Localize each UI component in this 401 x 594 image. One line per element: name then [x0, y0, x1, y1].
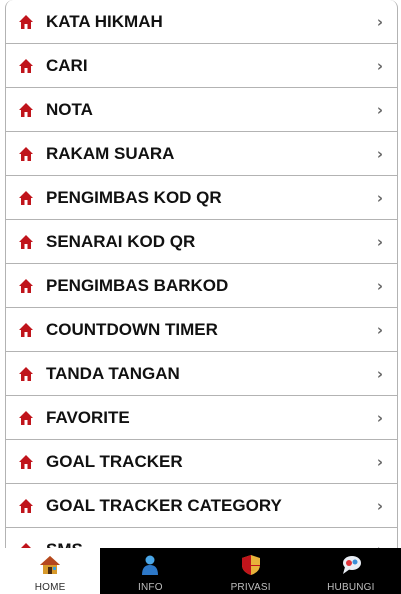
menu-item-label: PENGIMBAS BARKOD — [46, 275, 229, 295]
menu-item-label: PENGIMBAS KOD QR — [46, 187, 222, 207]
home-icon — [18, 234, 34, 250]
menu-item-countdown-timer[interactable]: COUNTDOWN TIMER › — [6, 308, 397, 352]
house-icon — [39, 554, 61, 576]
user-icon — [139, 554, 161, 576]
menu-item-tanda-tangan[interactable]: TANDA TANGAN › — [6, 352, 397, 396]
home-icon — [18, 278, 34, 294]
menu-item-label: NOTA — [46, 99, 93, 119]
home-icon — [18, 146, 34, 162]
home-icon — [18, 410, 34, 426]
menu-item-label: SENARAI KOD QR — [46, 231, 196, 251]
menu-item-label: GOAL TRACKER — [46, 451, 183, 471]
menu-item-nota[interactable]: NOTA › — [6, 88, 397, 132]
menu-item-label: RAKAM SUARA — [46, 143, 175, 163]
menu-item-pengimbas-kod-qr[interactable]: PENGIMBAS KOD QR › — [6, 176, 397, 220]
tab-label: HUBUNGI — [327, 582, 375, 593]
chevron-right-icon: › — [376, 56, 383, 75]
tab-hubungi[interactable]: HUBUNGI — [301, 548, 401, 594]
tab-label: INFO — [138, 582, 163, 593]
chevron-right-icon: › — [376, 276, 383, 295]
chevron-right-icon: › — [377, 541, 383, 549]
menu-item-label: KATA HIKMAH — [46, 11, 163, 31]
home-icon — [18, 454, 34, 470]
bottom-tab-bar: HOME INFO PRIVASI HUBUNGI — [0, 548, 401, 594]
menu-item-cari[interactable]: CARI › — [6, 44, 397, 88]
chevron-right-icon: › — [376, 144, 383, 163]
home-icon — [18, 58, 34, 74]
home-icon — [18, 498, 34, 514]
menu-item-favorite[interactable]: FAVORITE › — [6, 396, 397, 440]
menu-item-goal-tracker[interactable]: GOAL TRACKER › — [6, 440, 397, 484]
menu-item-label: CARI — [46, 55, 88, 75]
chat-bubble-icon — [340, 554, 362, 576]
home-icon — [18, 190, 34, 206]
shield-icon — [240, 554, 262, 576]
home-icon — [18, 102, 34, 118]
home-icon — [18, 14, 34, 30]
chevron-right-icon: › — [376, 12, 383, 31]
home-icon — [18, 366, 34, 382]
chevron-right-icon: › — [376, 408, 383, 427]
menu-list: KATA HIKMAH › CARI › NOTA › RAKAM SUARA … — [5, 0, 398, 548]
tab-home[interactable]: HOME — [0, 548, 101, 594]
chevron-right-icon: › — [376, 496, 383, 515]
menu-item-senarai-kod-qr[interactable]: SENARAI KOD QR › — [6, 220, 397, 264]
menu-item-pengimbas-barkod[interactable]: PENGIMBAS BARKOD › — [6, 264, 397, 308]
tab-info[interactable]: INFO — [100, 548, 200, 594]
menu-item-rakam-suara[interactable]: RAKAM SUARA › — [6, 132, 397, 176]
menu-item-label: FAVORITE — [46, 407, 130, 427]
menu-item-label: TANDA TANGAN — [46, 363, 180, 383]
menu-item-label: GOAL TRACKER CATEGORY — [46, 495, 282, 515]
home-icon — [18, 322, 34, 338]
chevron-right-icon: › — [376, 364, 383, 383]
tab-label: HOME — [34, 582, 66, 593]
tab-privasi[interactable]: PRIVASI — [201, 548, 301, 594]
chevron-right-icon: › — [376, 452, 383, 471]
chevron-right-icon: › — [376, 100, 383, 119]
chevron-right-icon: › — [376, 188, 383, 207]
menu-item-label: SMS — [46, 540, 83, 549]
chevron-right-icon: › — [376, 232, 383, 251]
menu-item-sms[interactable]: SMS › — [6, 528, 397, 548]
menu-item-label: COUNTDOWN TIMER — [46, 319, 218, 339]
menu-item-goal-tracker-category[interactable]: GOAL TRACKER CATEGORY › — [6, 484, 397, 528]
menu-item-kata-hikmah[interactable]: KATA HIKMAH › — [6, 0, 397, 44]
chevron-right-icon: › — [376, 320, 383, 339]
tab-label: PRIVASI — [230, 582, 271, 593]
